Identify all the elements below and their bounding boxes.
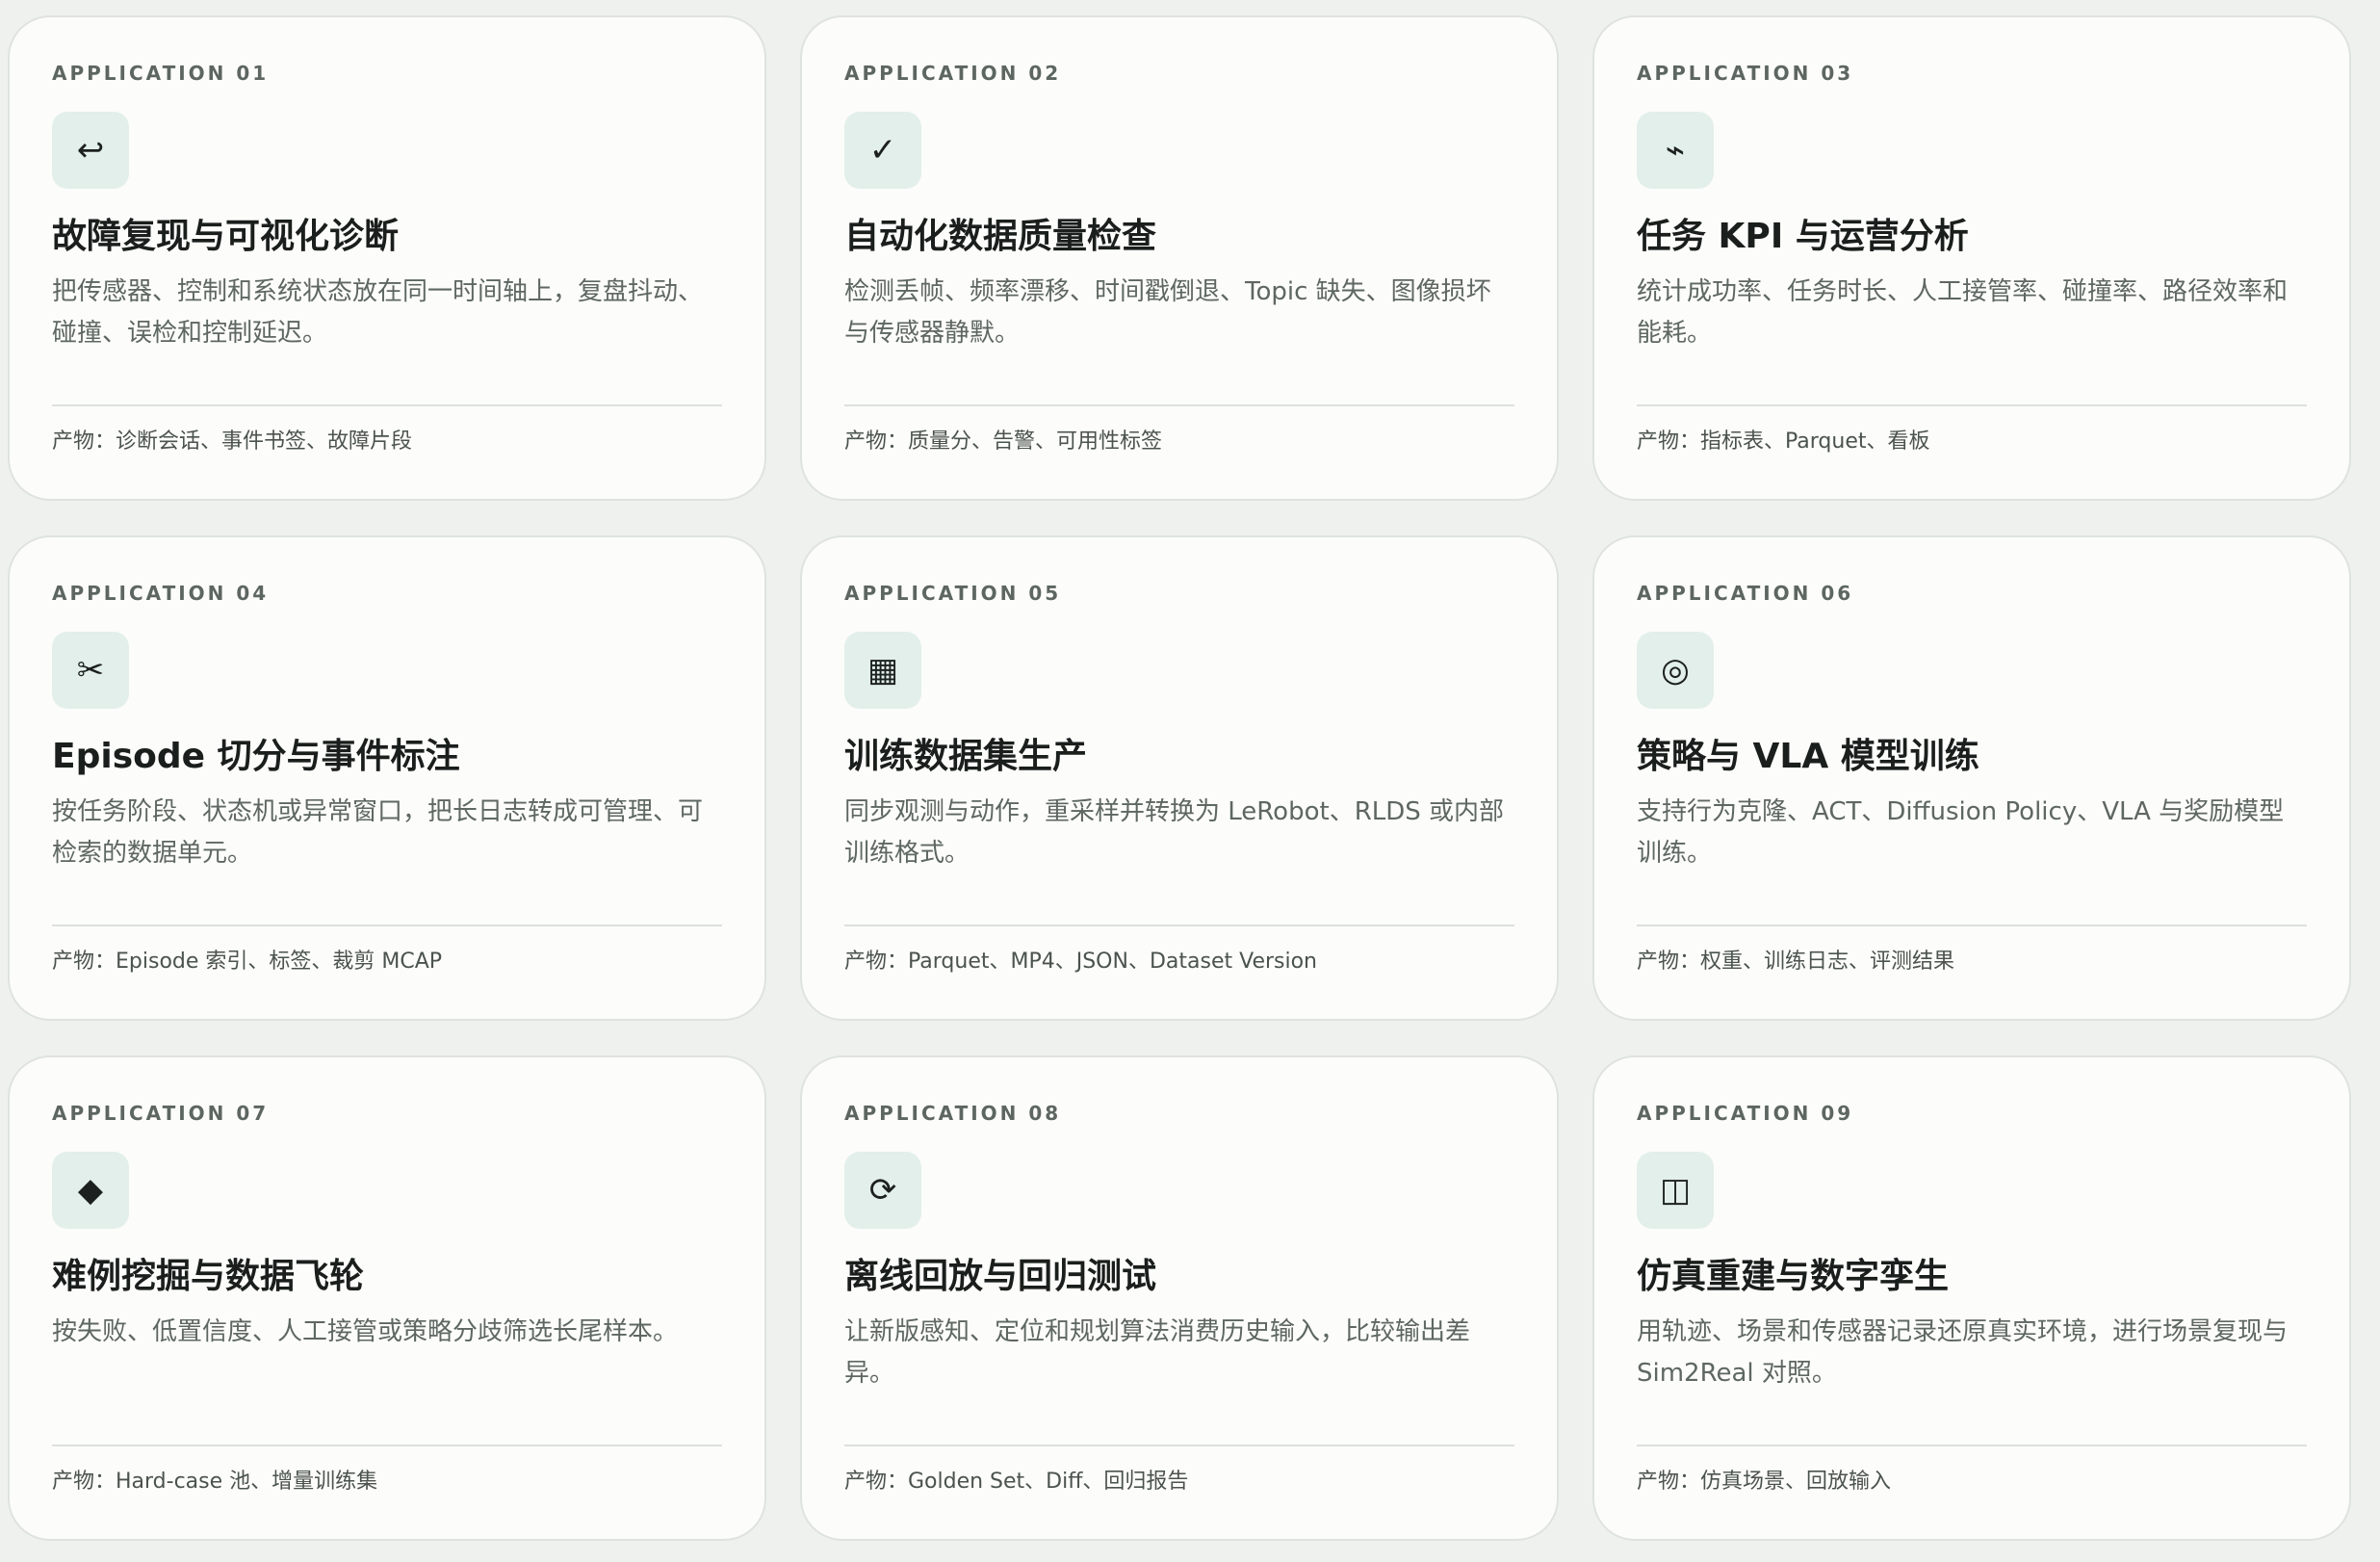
application-output: 产物：诊断会话、事件书签、故障片段	[52, 430, 413, 454]
refresh-icon: ⟳	[844, 1152, 921, 1229]
application-title: 策略与 VLA 模型训练	[1637, 737, 1979, 776]
application-card-07[interactable]: APPLICATION 07 ◆ 难例挖掘与数据飞轮 按失败、低置信度、人工接管…	[8, 1055, 766, 1541]
divider	[52, 924, 722, 926]
divider	[52, 404, 722, 406]
application-title: 仿真重建与数字孪生	[1637, 1257, 1950, 1296]
application-output: 产物：Parquet、MP4、JSON、Dataset Version	[844, 950, 1318, 974]
application-output: 产物：Episode 索引、标签、裁剪 MCAP	[52, 950, 443, 974]
applications-grid: APPLICATION 01 ↩ 故障复现与可视化诊断 把传感器、控制和系统状态…	[0, 0, 2380, 1562]
application-description: 让新版感知、定位和规划算法消费历史输入，比较输出差异。	[844, 1317, 1471, 1388]
application-number: APPLICATION 04	[52, 582, 270, 605]
application-number: APPLICATION 09	[1637, 1102, 1854, 1125]
application-title: 训练数据集生产	[844, 737, 1088, 776]
divider	[52, 1445, 722, 1446]
split-square-icon: ◫	[1637, 1152, 1714, 1229]
application-card-05[interactable]: APPLICATION 05 ▦ 训练数据集生产 同步观测与动作，重采样并转换为…	[800, 535, 1559, 1021]
application-number: APPLICATION 03	[1637, 62, 1854, 85]
application-number: APPLICATION 08	[844, 1102, 1062, 1125]
application-description: 检测丢帧、频率漂移、时间戳倒退、Topic 缺失、图像损坏与传感器静默。	[844, 277, 1491, 348]
target-icon: ◎	[1637, 632, 1714, 709]
application-number: APPLICATION 05	[844, 582, 1062, 605]
grid-icon: ▦	[844, 632, 921, 709]
application-description: 统计成功率、任务时长、人工接管率、碰撞率、路径效率和能耗。	[1637, 277, 2289, 348]
divider	[1637, 924, 2307, 926]
application-card-09[interactable]: APPLICATION 09 ◫ 仿真重建与数字孪生 用轨迹、场景和传感器记录还…	[1592, 1055, 2351, 1541]
application-number: APPLICATION 01	[52, 62, 270, 85]
application-card-03[interactable]: APPLICATION 03 ⌁ 任务 KPI 与运营分析 统计成功率、任务时长…	[1592, 15, 2351, 501]
application-description: 同步观测与动作，重采样并转换为 LeRobot、RLDS 或内部训练格式。	[844, 797, 1505, 868]
application-output: 产物：指标表、Parquet、看板	[1637, 430, 1930, 454]
return-arrow-icon: ↩	[52, 112, 129, 189]
application-card-01[interactable]: APPLICATION 01 ↩ 故障复现与可视化诊断 把传感器、控制和系统状态…	[8, 15, 766, 501]
application-title: 难例挖掘与数据飞轮	[52, 1257, 365, 1296]
divider	[844, 1445, 1514, 1446]
scissors-icon: ✂	[52, 632, 129, 709]
application-title: 故障复现与可视化诊断	[52, 217, 400, 256]
application-description: 按失败、低置信度、人工接管或策略分歧筛选长尾样本。	[52, 1317, 679, 1346]
application-card-08[interactable]: APPLICATION 08 ⟳ 离线回放与回归测试 让新版感知、定位和规划算法…	[800, 1055, 1559, 1541]
application-title: 离线回放与回归测试	[844, 1257, 1157, 1296]
application-card-06[interactable]: APPLICATION 06 ◎ 策略与 VLA 模型训练 支持行为克隆、ACT…	[1592, 535, 2351, 1021]
application-description: 把传感器、控制和系统状态放在同一时间轴上，复盘抖动、碰撞、误检和控制延迟。	[52, 277, 704, 348]
application-description: 支持行为克隆、ACT、Diffusion Policy、VLA 与奖励模型训练。	[1637, 797, 2285, 868]
application-description: 按任务阶段、状态机或异常窗口，把长日志转成可管理、可检索的数据单元。	[52, 797, 704, 868]
application-title: 自动化数据质量检查	[844, 217, 1157, 256]
application-description: 用轨迹、场景和传感器记录还原真实环境，进行场景复现与 Sim2Real 对照。	[1637, 1317, 2289, 1388]
application-output: 产物：Hard-case 池、增量训练集	[52, 1470, 378, 1494]
checkmark-icon: ✓	[844, 112, 921, 189]
application-number: APPLICATION 06	[1637, 582, 1854, 605]
application-output: 产物：权重、训练日志、评测结果	[1637, 950, 1955, 974]
application-number: APPLICATION 07	[52, 1102, 270, 1125]
application-title: Episode 切分与事件标注	[52, 737, 460, 776]
application-output: 产物：Golden Set、Diff、回归报告	[844, 1470, 1189, 1494]
application-output: 产物：质量分、告警、可用性标签	[844, 430, 1163, 454]
application-output: 产物：仿真场景、回放输入	[1637, 1470, 1892, 1494]
divider	[1637, 404, 2307, 406]
divider	[844, 924, 1514, 926]
electric-arrow-icon: ⌁	[1637, 112, 1714, 189]
divider	[844, 404, 1514, 406]
divider	[1637, 1445, 2307, 1446]
diamond-icon: ◆	[52, 1152, 129, 1229]
application-title: 任务 KPI 与运营分析	[1637, 217, 1969, 256]
application-card-04[interactable]: APPLICATION 04 ✂ Episode 切分与事件标注 按任务阶段、状…	[8, 535, 766, 1021]
application-number: APPLICATION 02	[844, 62, 1062, 85]
application-card-02[interactable]: APPLICATION 02 ✓ 自动化数据质量检查 检测丢帧、频率漂移、时间戳…	[800, 15, 1559, 501]
